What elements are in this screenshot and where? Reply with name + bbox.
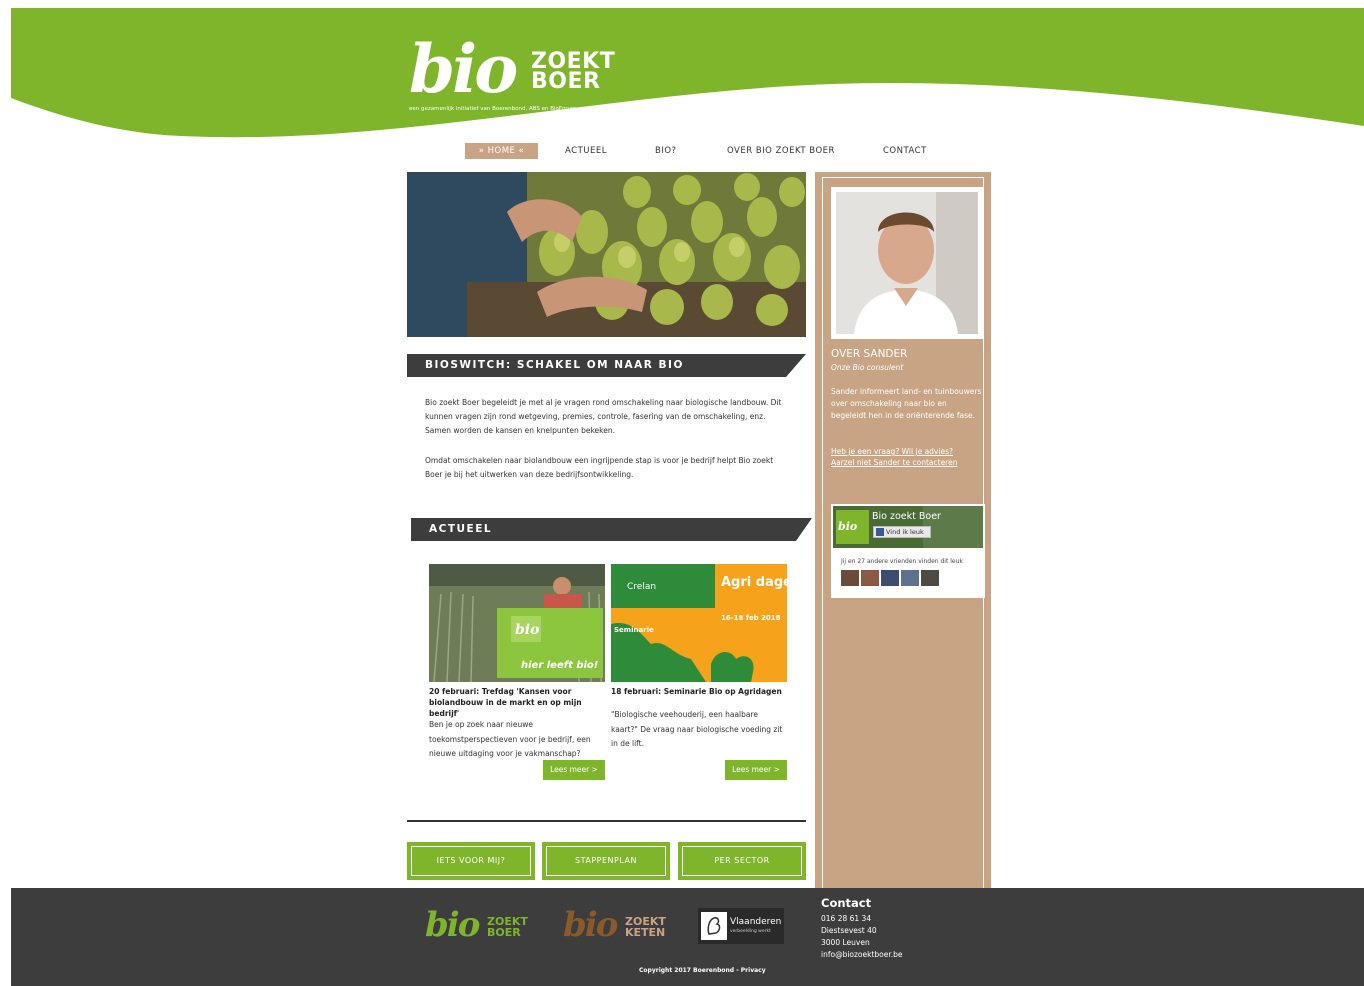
pears-photo — [407, 172, 806, 337]
banner-title: Agri dagen — [721, 575, 787, 590]
facebook-friends-text: Jij en 27 andere vrienden vinden dit leu… — [841, 558, 963, 565]
friend-avatar[interactable] — [861, 570, 879, 586]
agridagen-banner: Crelan Agri dagen Seminarie 16-18 feb 20… — [611, 564, 787, 682]
news-1-sign-text: hier leeft bio! — [521, 660, 598, 671]
footer-phone[interactable]: 016 28 61 34 — [821, 913, 871, 925]
cta-label-3: PER SECTOR — [682, 846, 802, 876]
lion-icon — [701, 912, 727, 940]
intro-heading: BIOSWITCH: SCHAKEL OM NAAR BIO — [407, 354, 806, 377]
news-title-2[interactable]: 18 februari: Seminarie Bio op Agridagen — [611, 686, 787, 697]
friend-avatar[interactable] — [901, 570, 919, 586]
friend-avatar[interactable] — [881, 570, 899, 586]
header-wave — [11, 8, 1364, 138]
sidebar-link-question[interactable]: Heb je een vraag? Wil je advies? — [831, 446, 983, 458]
friend-avatar[interactable] — [921, 570, 939, 586]
nav-item-bio[interactable]: BIO? — [655, 143, 677, 159]
header: bio ZOEKT BOER een gezamenlijk initiatie… — [11, 8, 1364, 143]
cta-row: IETS VOOR MIJ? STAPPENPLAN PER SECTOR — [407, 842, 806, 880]
intro-paragraph-2: Omdat omschakelen naar biolandbouw een i… — [425, 456, 774, 479]
news-text-2: "Biologische veehouderij, een haalbare k… — [611, 710, 783, 748]
sidebar-subtitle: Onze Bio consulent — [831, 363, 904, 372]
cta-label-1: IETS VOOR MIJ? — [411, 846, 531, 876]
slider-dots — [413, 327, 427, 337]
facebook-cover[interactable]: bio Bio zoekt Boer Vind ik leuk — [833, 506, 983, 548]
cta-stappenplan-button[interactable]: STAPPENPLAN — [542, 842, 670, 880]
facebook-page-name[interactable]: Bio zoekt Boer — [872, 511, 941, 522]
farmer-photo: bio hier leeft bio! — [429, 564, 605, 682]
banner-brand: Crelan — [627, 582, 656, 592]
sidebar-link-contact[interactable]: Aarzel niet Sander te contacteren — [831, 457, 983, 469]
footer-logo2-keten: KETEN — [625, 926, 666, 939]
footer: bio ZOEKT BOER bio ZOEKT KETEN Vlaandere… — [11, 888, 1364, 986]
friend-avatar[interactable] — [841, 570, 859, 586]
hero-slider[interactable] — [407, 172, 806, 337]
banner-seminar: Seminarie — [614, 626, 654, 634]
facebook-widget: bio Bio zoekt Boer Vind ik leuk Jij en 2… — [831, 504, 985, 598]
section-divider — [407, 820, 806, 822]
facebook-thumb-logo: bio — [838, 520, 857, 533]
nav-item-actueel[interactable]: ACTUEEL — [565, 143, 607, 159]
vlaanderen-text: Vlaanderen — [730, 917, 782, 927]
footer-contact-heading: Contact — [821, 896, 872, 910]
cta-label-2: STAPPENPLAN — [546, 846, 666, 876]
nav-item-over[interactable]: OVER BIO ZOEKT BOER — [727, 143, 835, 159]
read-more-button-1[interactable]: Lees meer > — [543, 760, 605, 780]
news-image-2[interactable]: Crelan Agri dagen Seminarie 16-18 feb 20… — [611, 564, 787, 682]
banner-dates: 16-18 feb 2018 — [721, 614, 781, 622]
logo-bio-text: bio — [409, 30, 518, 108]
vlaanderen-subtext: verbeelding werkt — [730, 929, 771, 934]
vlaanderen-logo[interactable]: Vlaanderen verbeelding werkt — [698, 908, 784, 944]
read-more-button-2[interactable]: Lees meer > — [725, 760, 787, 780]
footer-logo2-bio: bio — [563, 905, 618, 945]
cta-per-sector-button[interactable]: PER SECTOR — [678, 842, 806, 880]
cta-iets-voor-mij-button[interactable]: IETS VOOR MIJ? — [407, 842, 535, 880]
news-image-1[interactable]: bio hier leeft bio! — [429, 564, 605, 682]
news-title-1[interactable]: 20 februari: Trefdag 'Kansen voor biolan… — [429, 686, 605, 719]
footer-logo1-bio: bio — [425, 905, 480, 945]
intro-paragraph-1: Bio zoekt Boer begeleidt je met al je vr… — [425, 398, 782, 435]
nav-item-contact[interactable]: CONTACT — [883, 143, 927, 159]
footer-street: Diestsevest 40 — [821, 926, 877, 935]
logo-tagline: een gezamenlijk initiatief van Boerenbon… — [409, 106, 577, 112]
site-logo[interactable]: bio ZOEKT BOER een gezamenlijk initiatie… — [409, 34, 624, 114]
news-text-1: Ben je op zoek naar nieuwe toekomstpersp… — [429, 720, 591, 758]
facebook-icon — [876, 528, 884, 536]
news-heading: ACTUEEL — [411, 518, 812, 541]
page: bio ZOEKT BOER een gezamenlijk initiatie… — [11, 8, 1364, 986]
svg-text:bio: bio — [515, 622, 539, 638]
footer-copyright[interactable]: Copyright 2017 Boerenbond - Privacy — [639, 967, 766, 974]
sidebar-heading: OVER SANDER — [831, 348, 908, 360]
portrait-photo — [836, 192, 978, 334]
consultant-portrait — [831, 187, 983, 339]
footer-city: 3000 Leuven — [821, 938, 870, 947]
facebook-faces — [841, 570, 941, 590]
nav-item-home[interactable]: » HOME « — [465, 143, 538, 159]
facebook-like-label: Vind ik leuk — [886, 528, 924, 536]
sidebar-text: Sander informeert land- en tuinbouwers o… — [831, 387, 982, 420]
footer-email[interactable]: info@biozoektboer.be — [821, 949, 903, 961]
logo-boer-text: BOER — [531, 69, 601, 94]
footer-logo1-boer: BOER — [487, 926, 521, 939]
facebook-like-button[interactable]: Vind ik leuk — [873, 526, 931, 538]
sidebar: OVER SANDER Onze Bio consulent Sander in… — [815, 172, 991, 888]
